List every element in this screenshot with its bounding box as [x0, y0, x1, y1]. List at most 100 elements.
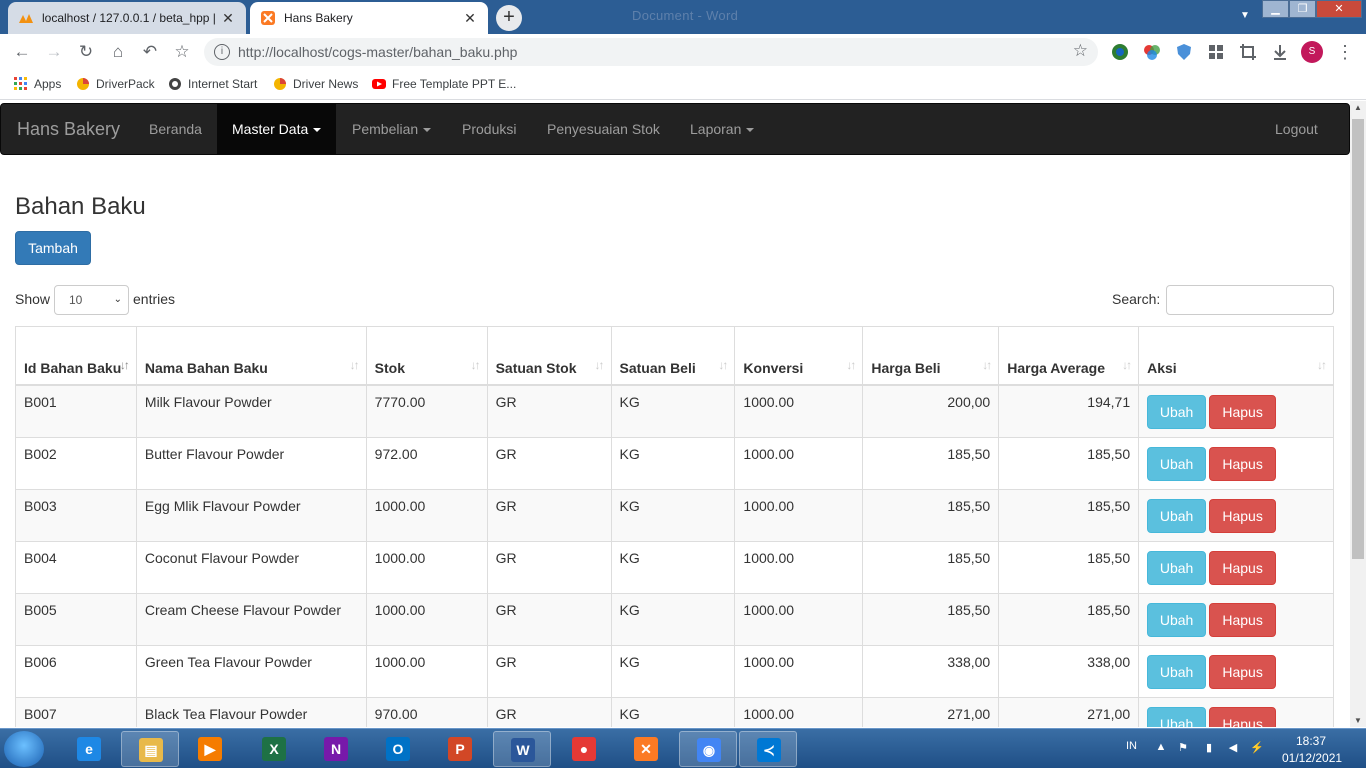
nav-penyesuaian-stok[interactable]: Penyesuaian Stok [532, 104, 675, 154]
column-header[interactable]: Konversi ↓↑ [734, 326, 864, 386]
delete-button[interactable]: Hapus [1209, 602, 1277, 637]
nav-logout[interactable]: Logout [1260, 104, 1333, 154]
taskbar-app-button[interactable]: ≺ [739, 731, 797, 767]
address-bar[interactable]: i http://localhost/cogs-master/bahan_bak… [204, 38, 1098, 66]
window-close-icon[interactable]: ✕ [1316, 0, 1362, 18]
extension-color-icon[interactable] [1143, 43, 1161, 61]
column-header[interactable]: Harga Average ↓↑ [998, 326, 1140, 386]
reload-icon[interactable]: ↻ [76, 42, 96, 62]
search-input[interactable] [1166, 285, 1334, 315]
taskbar-app-button[interactable]: ✕ [617, 731, 675, 767]
taskbar-app-button[interactable]: ▶ [181, 731, 239, 767]
taskbar-app-button[interactable]: ▤ [121, 731, 179, 767]
taskbar-app-button[interactable]: ◉ [679, 731, 737, 767]
edit-button[interactable]: Ubah [1147, 550, 1207, 585]
close-icon[interactable]: ✕ [220, 10, 236, 27]
home-icon[interactable]: ⌂ [108, 42, 128, 62]
scroll-down-icon[interactable]: ▼ [1354, 716, 1362, 725]
bookmark-star-icon[interactable]: ☆ [172, 42, 192, 62]
network-icon[interactable]: ⚑ [1176, 741, 1190, 755]
maximize-icon[interactable]: ❐ [1289, 0, 1316, 18]
column-header[interactable]: Satuan Stok ↓↑ [486, 326, 612, 386]
delete-button[interactable]: Hapus [1209, 654, 1277, 689]
column-header[interactable]: Id Bahan Baku ↓↑ [15, 326, 137, 386]
taskbar-app-button[interactable]: O [369, 731, 427, 767]
edit-button[interactable]: Ubah [1147, 654, 1207, 689]
taskbar-app-button[interactable]: ● [555, 731, 613, 767]
power-icon[interactable]: ⚡ [1250, 741, 1264, 755]
column-header[interactable]: Nama Bahan Baku ↓↑ [135, 326, 367, 386]
browser-tab-hans-bakery[interactable]: Hans Bakery ✕ [250, 2, 488, 34]
menu-icon[interactable]: ⋮ [1336, 42, 1354, 63]
scrollbar-thumb[interactable] [1352, 119, 1364, 559]
nav-beranda[interactable]: Beranda [134, 104, 217, 154]
close-icon[interactable]: ✕ [462, 10, 478, 27]
battery-icon[interactable]: ▮ [1202, 741, 1216, 755]
taskbar-app-button[interactable]: N [307, 731, 365, 767]
table-cell: 1000.00 [734, 540, 864, 594]
column-header[interactable]: Stok ↓↑ [365, 326, 488, 386]
back-icon[interactable]: ← [12, 42, 32, 62]
add-button[interactable]: Tambah [15, 231, 91, 265]
column-header[interactable]: Satuan Beli ↓↑ [610, 326, 736, 386]
table-cell: 185,50 [998, 436, 1140, 490]
edit-button[interactable]: Ubah [1147, 394, 1207, 429]
nav-laporan[interactable]: Laporan [675, 104, 769, 154]
nav-label: Master Data [232, 121, 309, 137]
taskbar-app-button[interactable]: W [493, 731, 551, 767]
show-label: Show [15, 291, 51, 307]
nav-master-data[interactable]: Master Data [217, 104, 337, 154]
table-row: B002 Butter Flavour Powder 972.00 GR KG 1000.… [15, 436, 1334, 490]
nav-produksi[interactable]: Produksi [447, 104, 531, 154]
edit-button[interactable]: Ubah [1147, 602, 1207, 637]
entries-select[interactable]: 10 ⌄ [54, 285, 129, 315]
crop-icon[interactable] [1239, 43, 1257, 61]
column-header[interactable]: Harga Beli ↓↑ [862, 326, 1000, 386]
page-scrollbar[interactable]: ▲ ▼ [1350, 101, 1366, 727]
download-icon[interactable] [1271, 43, 1289, 61]
edit-button[interactable]: Ubah [1147, 446, 1207, 481]
brand-link[interactable]: Hans Bakery [17, 119, 120, 140]
tab-search-icon[interactable]: ▼ [1240, 10, 1250, 21]
taskbar-app-button[interactable]: X [245, 731, 303, 767]
bookmark-internet-start[interactable]: Internet Start [168, 77, 257, 91]
delete-button[interactable]: Hapus [1209, 550, 1277, 585]
bookmark-apps[interactable]: Apps [14, 77, 61, 91]
clock-time[interactable]: 18:37 [1296, 734, 1326, 748]
scroll-up-icon[interactable]: ▲ [1354, 103, 1362, 112]
nav-pembelian[interactable]: Pembelian [337, 104, 446, 154]
extension-globe-icon[interactable] [1111, 43, 1129, 61]
minimize-icon[interactable]: ▁ [1262, 0, 1289, 18]
volume-icon[interactable]: ◀ [1226, 741, 1240, 755]
table-cell: Black Tea Flavour Powder [135, 696, 367, 727]
clock-date[interactable]: 01/12/2021 [1282, 751, 1342, 765]
bookmark-label: Free Template PPT E... [392, 77, 517, 91]
delete-button[interactable]: Hapus [1209, 498, 1277, 533]
undo-icon[interactable]: ↶ [140, 42, 160, 62]
edit-button[interactable]: Ubah [1147, 706, 1207, 727]
table-cell: GR [486, 540, 612, 594]
browser-tab-phpmyadmin[interactable]: localhost / 127.0.0.1 / beta_hpp | ✕ [8, 2, 246, 34]
delete-button[interactable]: Hapus [1209, 446, 1277, 481]
start-button[interactable] [4, 731, 44, 767]
bookmark-driver-news[interactable]: Driver News [273, 77, 358, 91]
internet-explorer-icon: e [77, 737, 101, 761]
taskbar-app-button[interactable]: e [60, 731, 118, 767]
new-tab-button[interactable]: + [496, 5, 522, 31]
table-cell: Egg Mlik Flavour Powder [135, 488, 367, 542]
edit-button[interactable]: Ubah [1147, 498, 1207, 533]
profile-avatar[interactable]: S [1301, 41, 1323, 63]
forward-icon[interactable]: → [44, 42, 64, 62]
taskbar-app-button[interactable]: P [431, 731, 489, 767]
bookmark-free-template[interactable]: Free Template PPT E... [372, 77, 516, 91]
site-info-icon[interactable]: i [214, 44, 230, 60]
bookmark-driverpack[interactable]: DriverPack [76, 77, 155, 91]
column-header[interactable]: Aksi ↓↑ [1138, 326, 1334, 386]
extensions-puzzle-icon[interactable] [1207, 43, 1225, 61]
language-indicator[interactable]: IN [1126, 740, 1137, 752]
tray-expand-icon[interactable]: ▲ [1154, 741, 1168, 755]
star-icon[interactable]: ☆ [1073, 41, 1088, 61]
delete-button[interactable]: Hapus [1209, 394, 1277, 429]
delete-button[interactable]: Hapus [1209, 706, 1277, 727]
extension-shield-icon[interactable] [1175, 43, 1193, 61]
